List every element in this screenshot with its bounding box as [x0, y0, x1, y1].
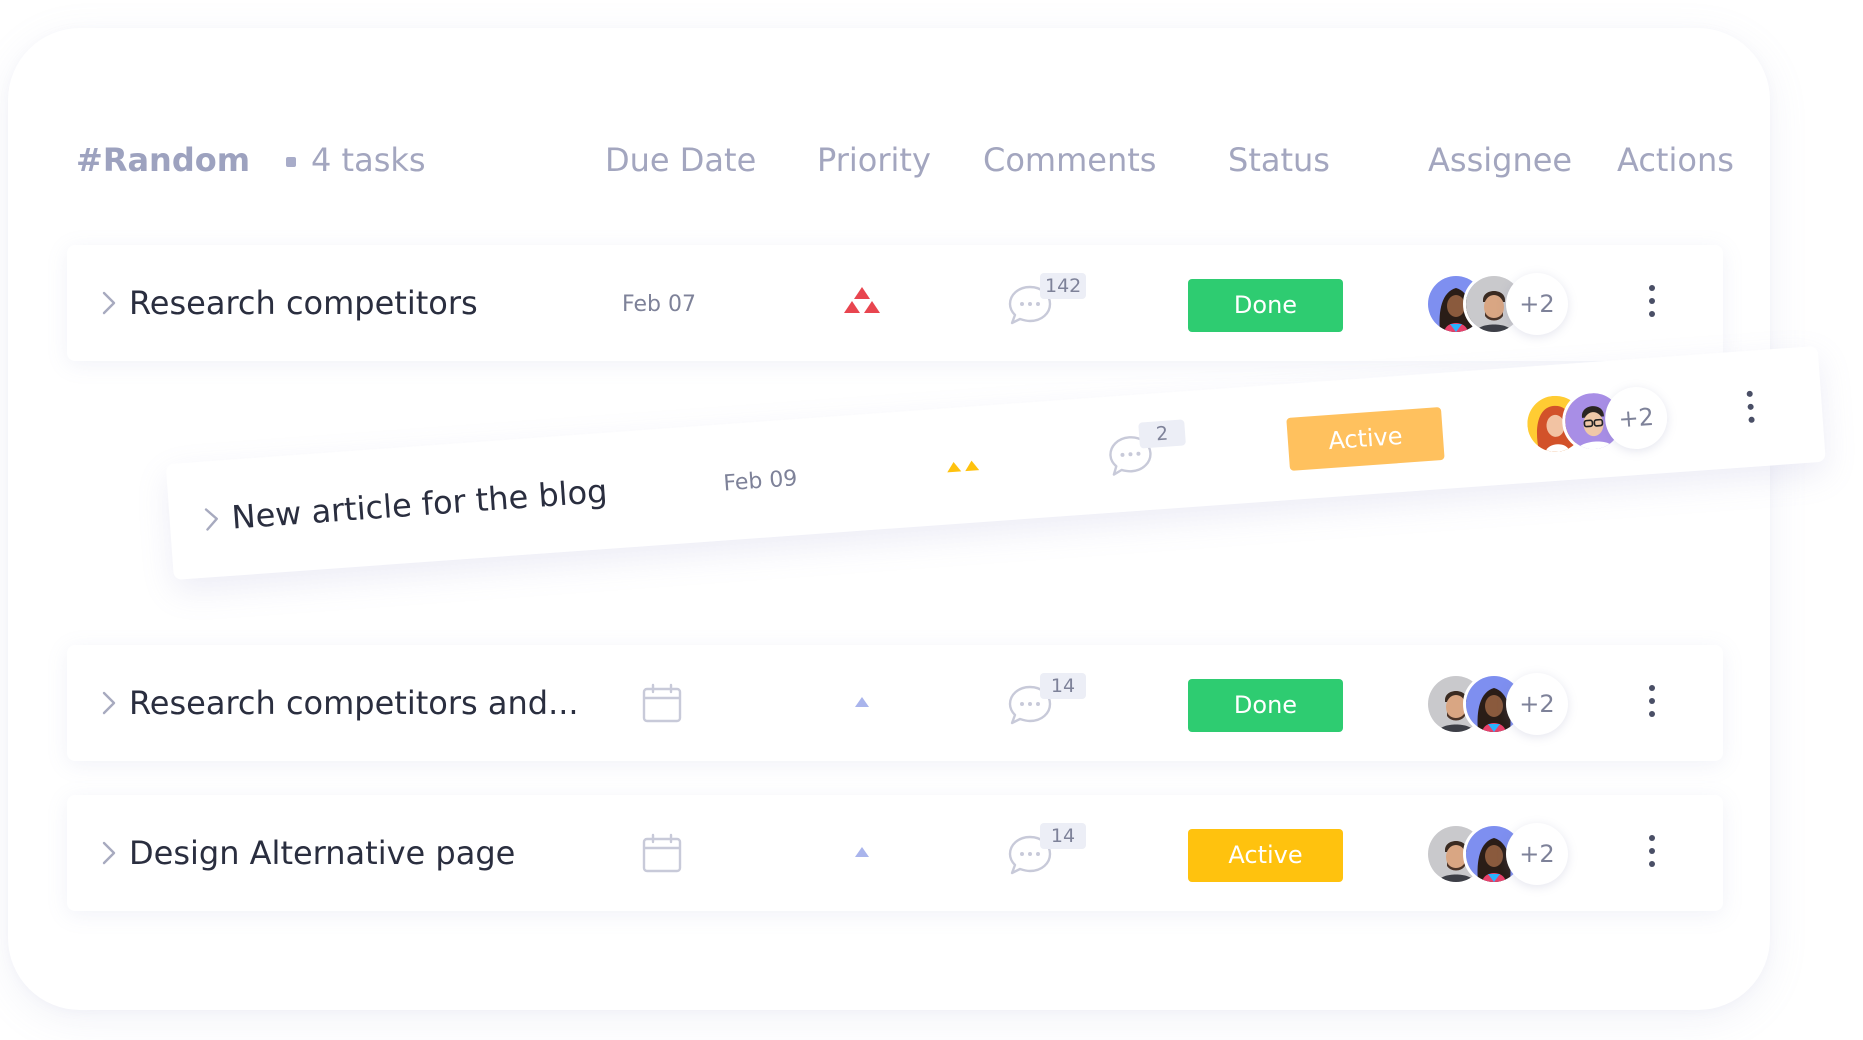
chevron-right-icon[interactable] [95, 287, 123, 319]
priority-low-icon[interactable] [837, 833, 887, 873]
more-assignees[interactable]: +2 [1506, 823, 1568, 885]
task-title[interactable]: New article for the blog [230, 471, 608, 538]
status-badge[interactable]: Done [1188, 679, 1343, 732]
comments[interactable]: 14 [1007, 823, 1097, 883]
comment-count: 14 [1040, 673, 1086, 699]
comments[interactable]: 2 [1105, 419, 1199, 485]
due-date[interactable]: Feb 07 [622, 290, 696, 320]
comment-count: 2 [1138, 419, 1186, 449]
task-row[interactable]: Design Alternative page 14 Active +2 [67, 795, 1723, 911]
more-vertical-icon[interactable] [1645, 835, 1659, 875]
due-date[interactable]: Feb 09 [723, 464, 799, 499]
chevron-right-icon[interactable] [95, 837, 123, 869]
more-vertical-icon[interactable] [1743, 390, 1760, 431]
task-title[interactable]: Research competitors [129, 283, 478, 323]
calendar-icon[interactable] [642, 833, 682, 873]
task-title[interactable]: Research competitors and... [129, 683, 579, 723]
assignees[interactable]: +2 [1425, 273, 1585, 337]
task-title[interactable]: Design Alternative page [129, 833, 515, 873]
task-row[interactable]: Research competitors and... 14 Done +2 [67, 645, 1723, 761]
column-header-comments[interactable]: Comments [983, 140, 1156, 180]
chevron-right-icon[interactable] [95, 687, 123, 719]
more-vertical-icon[interactable] [1645, 685, 1659, 725]
status-badge[interactable]: Done [1188, 279, 1343, 332]
priority-medium-icon[interactable] [936, 444, 989, 487]
status-badge[interactable]: Active [1286, 406, 1445, 471]
more-vertical-icon[interactable] [1645, 285, 1659, 325]
status-badge[interactable]: Active [1188, 829, 1343, 882]
comments[interactable]: 14 [1007, 673, 1097, 733]
assignees[interactable]: +2 [1522, 384, 1686, 459]
task-row[interactable]: Research competitors Feb 07 142 Done +2 [67, 245, 1723, 361]
assignees[interactable]: +2 [1425, 673, 1585, 737]
comments[interactable]: 142 [1007, 273, 1097, 333]
chevron-right-icon[interactable] [197, 502, 227, 536]
column-header-actions: Actions [1617, 141, 1734, 179]
bullet-icon [286, 157, 296, 167]
group-title[interactable]: #Random [76, 140, 250, 180]
column-header-status[interactable]: Status [1228, 140, 1330, 180]
priority-high-icon[interactable] [837, 283, 887, 323]
comment-count: 142 [1040, 273, 1087, 299]
more-assignees[interactable]: +2 [1506, 673, 1568, 735]
comment-count: 14 [1040, 823, 1086, 849]
assignees[interactable]: +2 [1425, 823, 1585, 887]
more-assignees[interactable]: +2 [1506, 273, 1568, 335]
column-header-assignee[interactable]: Assignee [1428, 140, 1572, 180]
column-header-due-date[interactable]: Due Date [605, 140, 756, 180]
priority-low-icon[interactable] [837, 683, 887, 723]
calendar-icon[interactable] [642, 683, 682, 723]
column-header-priority[interactable]: Priority [817, 140, 931, 180]
task-count: 4 tasks [311, 141, 426, 179]
